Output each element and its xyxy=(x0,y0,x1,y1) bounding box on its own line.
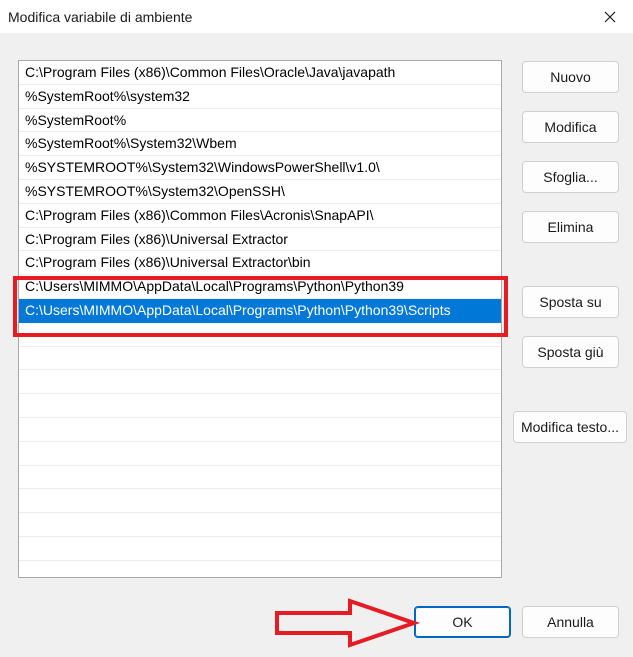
new-button[interactable]: Nuovo xyxy=(522,61,619,93)
move-up-button[interactable]: Sposta su xyxy=(522,286,619,318)
empty-list-row xyxy=(19,370,501,395)
edit-env-variable-dialog: Modifica variabile di ambiente C:\Progra… xyxy=(0,0,633,657)
close-button[interactable] xyxy=(587,0,633,33)
path-entry-row[interactable]: %SYSTEMROOT%\System32\OpenSSH\ xyxy=(19,180,501,204)
empty-list-row xyxy=(19,442,501,466)
path-entry-row[interactable]: C:\Program Files (x86)\Universal Extract… xyxy=(19,228,501,252)
path-entry-row[interactable]: %SystemRoot%\system32 xyxy=(19,85,501,109)
empty-list-row xyxy=(19,513,501,537)
browse-button[interactable]: Sfoglia... xyxy=(522,161,619,193)
path-entry-row[interactable]: C:\Program Files (x86)\Common Files\Acro… xyxy=(19,204,501,228)
ok-button[interactable]: OK xyxy=(414,606,511,638)
path-entry-row[interactable]: C:\Users\MIMMO\AppData\Local\Programs\Py… xyxy=(19,298,501,323)
path-entry-row[interactable]: C:\Program Files (x86)\Common Files\Orac… xyxy=(19,61,501,85)
path-entries-list[interactable]: C:\Program Files (x86)\Common Files\Orac… xyxy=(18,60,502,578)
empty-list-row xyxy=(19,418,501,442)
window-title: Modifica variabile di ambiente xyxy=(8,9,193,25)
empty-list-row xyxy=(19,466,501,490)
move-down-button[interactable]: Sposta giù xyxy=(522,336,619,368)
empty-list-row xyxy=(19,537,501,561)
empty-list-row xyxy=(19,347,501,371)
empty-list-row xyxy=(19,489,501,514)
edit-text-button[interactable]: Modifica testo... xyxy=(513,411,627,443)
path-entry-row[interactable]: %SystemRoot% xyxy=(19,109,501,133)
path-entry-row[interactable]: C:\Users\MIMMO\AppData\Local\Programs\Py… xyxy=(19,275,501,299)
delete-button[interactable]: Elimina xyxy=(522,211,619,243)
cancel-button[interactable]: Annulla xyxy=(522,606,619,638)
empty-list-row xyxy=(19,394,501,418)
path-entry-row[interactable]: %SystemRoot%\System32\Wbem xyxy=(19,132,501,157)
close-icon xyxy=(604,11,616,22)
path-entry-row[interactable]: C:\Program Files (x86)\Universal Extract… xyxy=(19,251,501,276)
path-entry-row[interactable]: %SYSTEMROOT%\System32\WindowsPowerShell\… xyxy=(19,156,501,180)
edit-button[interactable]: Modifica xyxy=(522,111,619,143)
title-bar[interactable]: Modifica variabile di ambiente xyxy=(0,0,633,33)
empty-list-row xyxy=(19,323,501,347)
annotation-arrow-icon xyxy=(275,598,421,648)
